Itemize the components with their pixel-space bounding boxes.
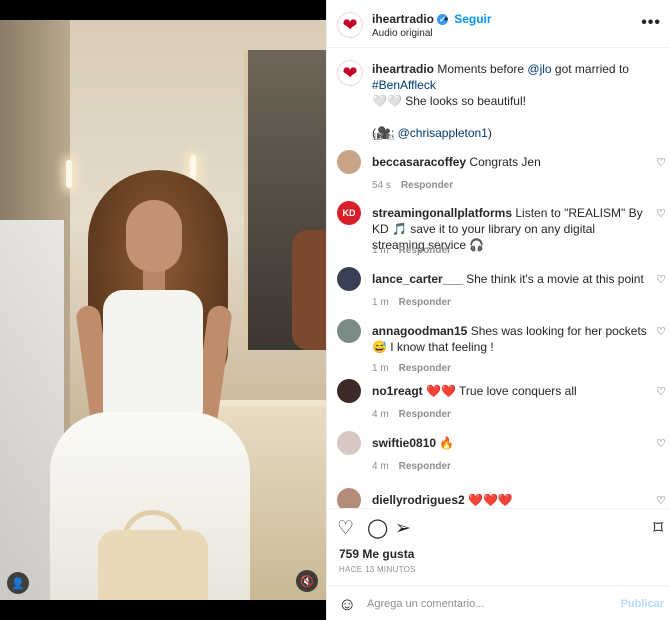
comment-icon[interactable]: ◯ [367, 517, 388, 540]
comment-row: swiftie0810 🔥 4 m Responder ♡ [327, 431, 670, 483]
comment-like-icon[interactable]: ♡ [656, 273, 666, 286]
add-comment-bar: ☺ Publicar [327, 585, 670, 620]
avatar[interactable] [337, 150, 361, 174]
account-name[interactable]: iheartradio ✓ [372, 12, 449, 26]
comment-text: beccasaracoffey Congrats Jen [372, 154, 647, 170]
comment-body: ❤️❤️ True love conquers all [426, 384, 577, 398]
comments-thread[interactable]: ❤ iheartradio Moments before @jlo got ma… [327, 48, 670, 508]
comment-text: annagoodman15 Shes was looking for her p… [372, 323, 647, 355]
comment-timestamp[interactable]: 1 m [372, 363, 389, 374]
comment-body: 🔥 [439, 436, 455, 450]
comment-like-icon[interactable]: ♡ [656, 325, 666, 338]
caption-line2: 🤍🤍 She looks so beautiful! [372, 94, 526, 108]
comment-row: diellyrodrigues2 ❤️❤️❤️ ♡ [327, 488, 670, 508]
user-tag-icon[interactable]: 👤 [7, 572, 29, 594]
caption-timestamp[interactable]: 13 m [372, 132, 394, 143]
post-panel: ❤ iheartradio ✓ • Seguir Audio original ••… [326, 0, 670, 620]
comment-text: swiftie0810 🔥 [372, 435, 647, 451]
avatar[interactable] [337, 488, 361, 508]
avatar[interactable]: ❤ [337, 60, 363, 86]
comment-username[interactable]: lance_carter___ [372, 272, 463, 286]
comment-row: no1reagt ❤️❤️ True love conquers all 4 m R… [327, 379, 670, 431]
reply-button[interactable]: Responder [399, 245, 451, 256]
comment-like-icon[interactable]: ♡ [656, 494, 666, 507]
comment-meta: 4 m Responder [372, 461, 461, 472]
avatar[interactable]: KD [337, 201, 361, 225]
mention-link[interactable]: @chrisappleton1 [398, 126, 488, 140]
comment-row: KD streamingonallplatforms Listen to "REA… [327, 201, 670, 256]
comment-username[interactable]: no1reagt [372, 384, 423, 398]
comment-body: She think it's a movie at this point [466, 272, 644, 286]
comment-username[interactable]: diellyrodrigues2 [372, 493, 465, 507]
comment-username[interactable]: streamingonallplatforms [372, 206, 512, 220]
comment-row: beccasaracoffey Congrats Jen 54 s Responde… [327, 150, 670, 202]
comment-text: lance_carter___ She think it's a movie a… [372, 271, 647, 287]
mute-icon[interactable]: 🔇 [296, 570, 318, 592]
comment-meta: 54 s Responder [372, 180, 463, 191]
reply-button[interactable]: Responder [399, 461, 451, 472]
emoji-icon[interactable]: ☺ [338, 594, 356, 615]
mention-link[interactable]: @jlo [527, 62, 551, 76]
follow-button[interactable]: • Seguir [444, 12, 492, 26]
avatar[interactable] [337, 431, 361, 455]
caption-text: iheartradio Moments before @jlo got marr… [372, 61, 662, 141]
comment-text: no1reagt ❤️❤️ True love conquers all [372, 383, 647, 399]
comment-body: ❤️❤️❤️ [468, 493, 513, 507]
likes-count[interactable]: 759 Me gusta [339, 547, 414, 561]
comment-like-icon[interactable]: ♡ [656, 437, 666, 450]
comment-meta: 4 m Responder [372, 409, 461, 420]
comment-like-icon[interactable]: ♡ [656, 207, 666, 220]
comment-timestamp[interactable]: 4 m [372, 409, 389, 420]
reply-button[interactable]: Responder [399, 409, 451, 420]
comment-body: Congrats Jen [469, 155, 541, 169]
post-header: ❤ iheartradio ✓ • Seguir Audio original ••… [327, 0, 670, 48]
more-options-icon[interactable]: ••• [641, 14, 661, 32]
comment-username[interactable]: swiftie0810 [372, 436, 436, 450]
publish-button[interactable]: Publicar [621, 598, 664, 610]
handbag [98, 530, 208, 600]
bookmark-icon[interactable]: ⌑ [653, 517, 663, 540]
comment-username[interactable]: beccasaracoffey [372, 155, 466, 169]
comment-like-icon[interactable]: ♡ [656, 156, 666, 169]
comment-like-icon[interactable]: ♡ [656, 385, 666, 398]
avatar[interactable]: ❤ [337, 12, 363, 38]
dot-separator: • [444, 12, 449, 26]
comment-timestamp[interactable]: 1 m [372, 245, 389, 256]
avatar[interactable] [337, 319, 361, 343]
post-photo[interactable] [0, 20, 326, 600]
comment-username[interactable]: annagoodman15 [372, 324, 467, 338]
comment-timestamp[interactable]: 54 s [372, 180, 391, 191]
caption-part: Moments before [434, 62, 528, 76]
post-media[interactable]: 👤 🔇 [0, 0, 326, 620]
follow-label[interactable]: Seguir [454, 12, 491, 26]
hashtag-link[interactable]: #BenAffleck [372, 78, 436, 92]
comment-timestamp[interactable]: 4 m [372, 461, 389, 472]
action-bar: ♡ ◯ ➢ ⌑ [327, 508, 670, 548]
caption-username[interactable]: iheartradio [372, 62, 434, 76]
person-face [126, 200, 182, 272]
avatar[interactable] [337, 379, 361, 403]
wall-sconce [66, 160, 72, 188]
mirror-reflection [292, 230, 326, 350]
comment-input[interactable] [367, 594, 617, 614]
avatar[interactable] [337, 267, 361, 291]
comment-row: annagoodman15 Shes was looking for her p… [327, 319, 670, 374]
reply-button[interactable]: Responder [399, 363, 451, 374]
comment-meta: 1 m Responder [372, 363, 461, 374]
caption-part: got married to [551, 62, 629, 76]
reply-button[interactable]: Responder [399, 297, 451, 308]
account-username[interactable]: iheartradio [372, 12, 434, 26]
audio-label[interactable]: Audio original [372, 28, 433, 39]
comment-text: diellyrodrigues2 ❤️❤️❤️ [372, 492, 647, 508]
share-icon[interactable]: ➢ [395, 517, 411, 540]
reply-button[interactable]: Responder [401, 180, 453, 191]
dress-bodice [103, 290, 203, 420]
comment-meta: 1 m Responder [372, 297, 461, 308]
comment-timestamp[interactable]: 1 m [372, 297, 389, 308]
comment-meta: 1 m Responder [372, 245, 461, 256]
like-icon[interactable]: ♡ [337, 517, 354, 540]
credit-close: ) [487, 126, 492, 140]
post-time[interactable]: HACE 13 MINUTOS [339, 565, 416, 574]
comment-row: lance_carter___ She think it's a movie a… [327, 267, 670, 319]
